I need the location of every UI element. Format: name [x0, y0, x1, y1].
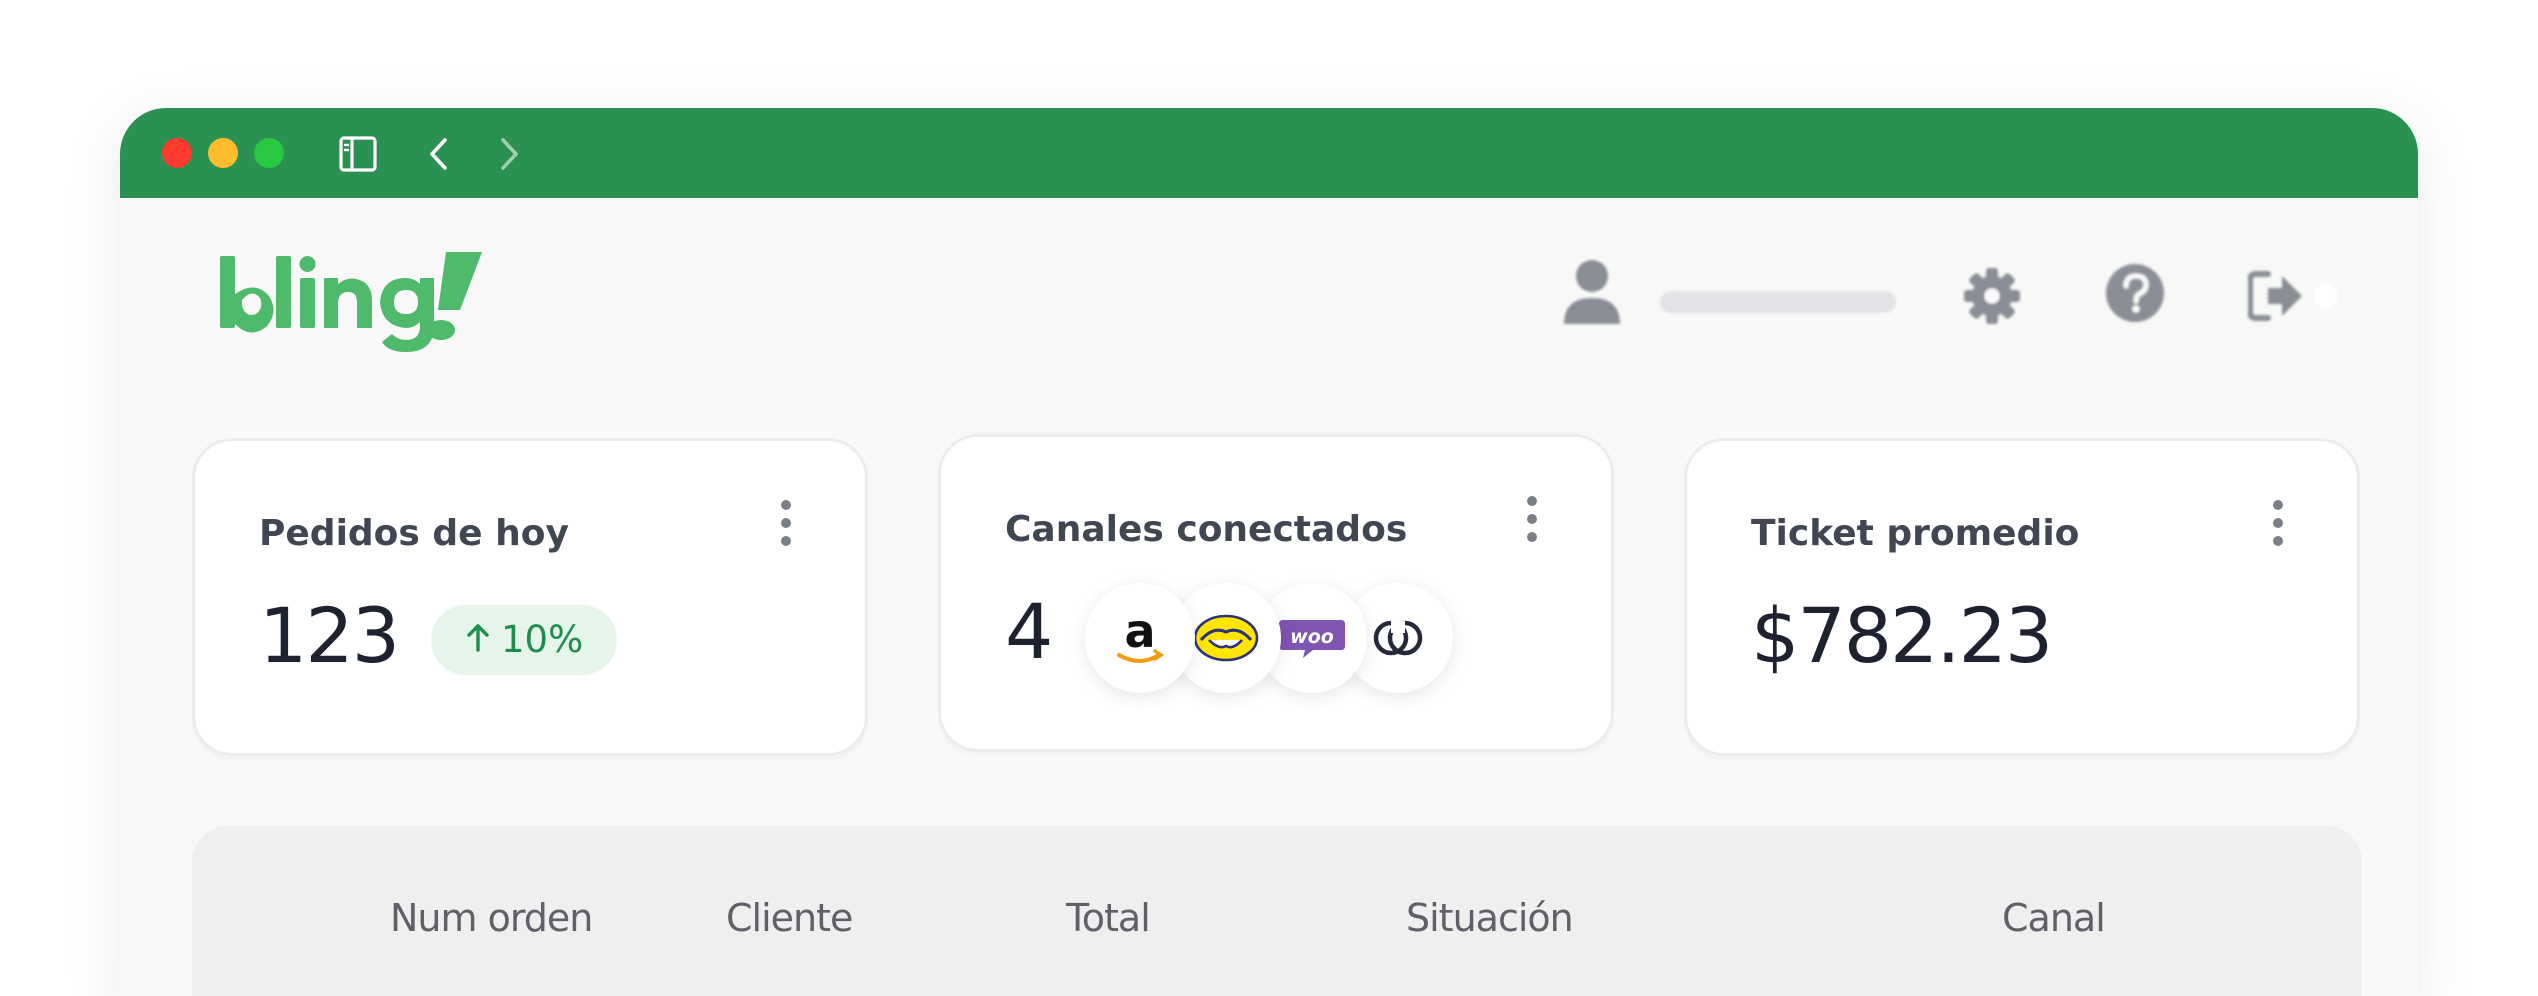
- growth-percent: 10%: [501, 618, 584, 661]
- card-connected-channels[interactable]: Canales conectados 4 a woo: [938, 434, 1614, 752]
- card-orders-today[interactable]: Pedidos de hoy 123 10%: [192, 438, 868, 756]
- amazon-icon[interactable]: a: [1085, 583, 1195, 693]
- more-options-icon[interactable]: [779, 499, 793, 551]
- channels-count: 4: [1005, 587, 1053, 676]
- user-icon[interactable]: [1560, 258, 1624, 332]
- arrow-up-icon: [465, 605, 491, 675]
- help-icon[interactable]: [2104, 262, 2166, 328]
- orders-count: 123: [259, 591, 400, 680]
- card-title: Ticket promedio: [1751, 513, 2080, 554]
- svg-text:woo: woo: [1290, 626, 1334, 648]
- title-bar: [120, 108, 2418, 198]
- more-options-icon[interactable]: [1525, 495, 1539, 547]
- back-chevron-icon[interactable]: [420, 134, 460, 178]
- channel-logos: a woo: [1085, 583, 1465, 695]
- card-title: Pedidos de hoy: [259, 513, 569, 554]
- card-average-ticket[interactable]: Ticket promedio $782.23: [1684, 438, 2360, 756]
- close-button[interactable]: [162, 138, 192, 168]
- average-ticket-value: $782.23: [1751, 591, 2053, 680]
- column-header-channel[interactable]: Canal: [2002, 896, 2106, 940]
- user-toolbar: [120, 258, 2418, 338]
- column-header-order-number[interactable]: Num orden: [390, 896, 593, 940]
- more-options-icon[interactable]: [2271, 499, 2285, 551]
- card-title: Canales conectados: [1005, 509, 1408, 550]
- minimize-button[interactable]: [208, 138, 238, 168]
- svg-text:a: a: [1124, 604, 1155, 658]
- logout-icon[interactable]: [2247, 268, 2344, 328]
- app-window: Pedidos de hoy 123 10% Canales conectado…: [120, 108, 2418, 996]
- forward-chevron-icon[interactable]: [488, 134, 528, 178]
- user-name-placeholder[interactable]: [1660, 291, 1896, 313]
- orders-table-header: Num orden Cliente Total Situación Canal: [192, 826, 2362, 996]
- maximize-button[interactable]: [254, 138, 284, 168]
- gear-icon[interactable]: [1962, 266, 2022, 330]
- column-header-status[interactable]: Situación: [1406, 896, 1574, 940]
- column-header-customer[interactable]: Cliente: [726, 896, 853, 940]
- column-header-total[interactable]: Total: [1066, 896, 1151, 940]
- growth-badge: 10%: [431, 605, 618, 675]
- sidebar-toggle-icon[interactable]: [338, 134, 378, 178]
